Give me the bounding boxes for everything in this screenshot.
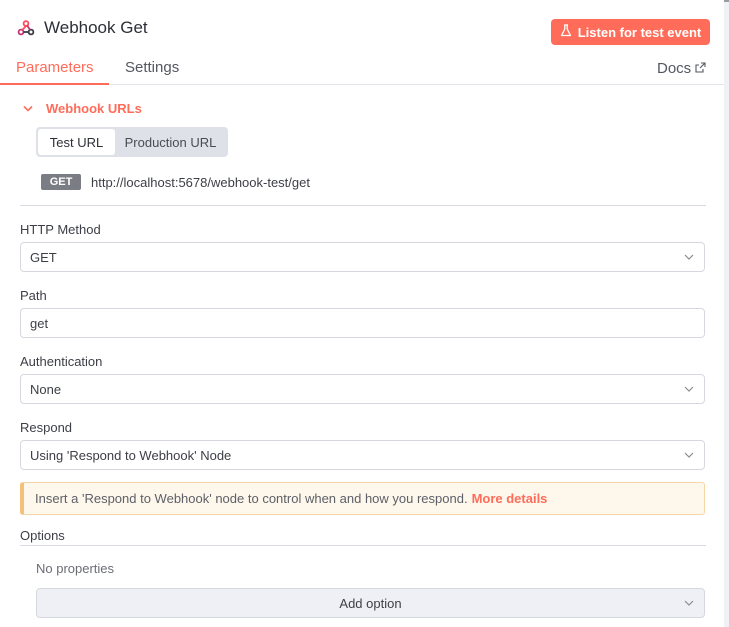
node-title[interactable]: Webhook Get [44,18,148,38]
chevron-down-icon [683,597,695,609]
respond-notice: Insert a 'Respond to Webhook' node to co… [20,482,705,515]
chevron-down-icon [683,449,695,461]
respond-select[interactable]: Using 'Respond to Webhook' Node [20,440,705,470]
divider [20,545,706,546]
external-link-icon [695,53,706,85]
more-details-link[interactable]: More details [472,491,548,506]
path-value: get [30,315,49,331]
authentication-value: None [30,381,62,397]
listen-button-label: Listen for test event [577,24,702,40]
docs-label: Docs [657,59,692,77]
authentication-label: Authentication [20,354,103,369]
webhook-url[interactable]: http://localhost:5678/webhook-test/get [91,175,310,190]
no-properties-text: No properties [36,561,115,576]
method-badge: GET [41,174,81,190]
notice-text: Insert a 'Respond to Webhook' node to co… [35,491,468,506]
tab-parameters[interactable]: Parameters [0,52,109,85]
gutter-edge [724,0,729,2]
production-url-option[interactable]: Production URL [115,129,226,155]
chevron-down-icon [683,251,695,263]
webhook-urls-toggle[interactable]: Webhook URLs [22,101,142,116]
authentication-select[interactable]: None [20,374,705,404]
options-label: Options [20,528,65,543]
panel-header: Webhook Get Listen for test event Parame… [0,0,724,85]
webhook-urls-title: Webhook URLs [46,101,142,116]
docs-link[interactable]: Docs [657,52,706,85]
path-input[interactable]: get [20,308,705,338]
chevron-down-icon [22,102,36,116]
flask-icon [560,24,572,40]
http-method-label: HTTP Method [20,222,101,237]
listen-for-test-event-button[interactable]: Listen for test event [551,19,710,45]
add-option-label: Add option [339,595,402,611]
url-type-switch: Test URL Production URL [36,127,228,157]
tab-bar: Parameters Settings Docs [0,52,724,85]
http-method-value: GET [30,249,57,265]
respond-label: Respond [20,420,73,435]
node-details-panel: Webhook Get Listen for test event Parame… [0,0,724,627]
chevron-down-icon [683,383,695,395]
test-url-option[interactable]: Test URL [38,129,115,155]
parameters-content: Webhook URLs Test URL Production URL GET… [0,85,724,627]
add-option-button[interactable]: Add option [36,588,705,618]
http-method-select[interactable]: GET [20,242,705,272]
respond-value: Using 'Respond to Webhook' Node [30,447,232,463]
divider [20,205,706,206]
tab-settings[interactable]: Settings [125,52,179,85]
title-row: Webhook Get [16,18,148,38]
scroll-gutter [724,0,729,627]
path-label: Path [20,288,47,303]
webhook-icon [16,18,36,38]
